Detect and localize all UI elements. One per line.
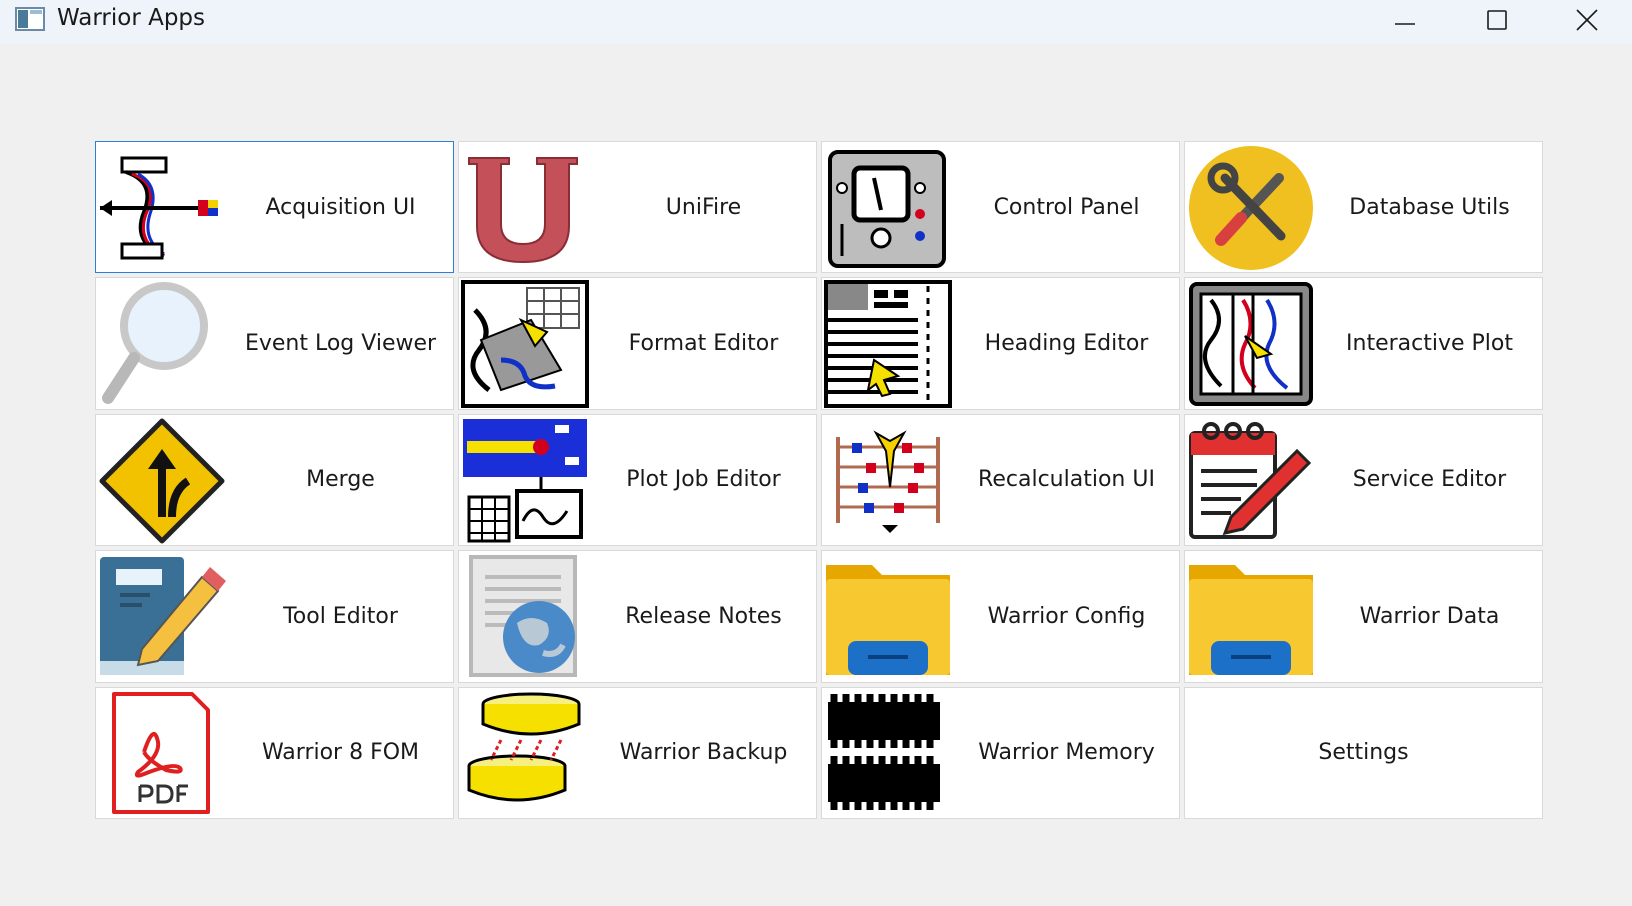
folder-icon <box>826 565 950 676</box>
tile-plot-job-editor[interactable]: Plot Job Editor <box>458 413 817 547</box>
tile-service-editor[interactable]: Service Editor <box>1184 413 1543 547</box>
close-button[interactable] <box>1542 0 1632 40</box>
calendar-pencil-icon <box>1189 421 1312 539</box>
tile-label: Plot Job Editor <box>626 467 781 493</box>
tile-label: Heading Editor <box>984 331 1149 357</box>
tile-label: Warrior 8 FOM <box>261 740 420 766</box>
tile-label: Warrior Backup <box>619 740 788 766</box>
tile-warrior-config[interactable]: Warrior Config <box>821 550 1180 683</box>
book-pencil-icon <box>100 557 226 676</box>
tile-unifire[interactable]: UniFire <box>458 141 817 274</box>
tile-label: Acquisition UI <box>265 194 416 220</box>
plot-job-icon <box>463 418 587 543</box>
tile-warrior-memory[interactable]: Warrior Memory <box>821 686 1180 819</box>
tile-label: Format Editor <box>628 331 779 357</box>
maximize-icon <box>1487 10 1507 30</box>
tile-label: Settings <box>1318 740 1409 766</box>
minimize-icon <box>1395 23 1415 25</box>
tile-label: Merge <box>306 467 375 493</box>
tile-database-utils[interactable]: Database Utils <box>1184 141 1543 274</box>
abacus-icon <box>836 430 940 533</box>
document-globe-icon <box>469 555 577 678</box>
tile-label: Warrior Memory <box>978 740 1155 766</box>
format-editor-icon <box>461 280 589 409</box>
tile-recalculation-ui[interactable]: Recalculation UI <box>821 413 1180 547</box>
tile-label: Recalculation UI <box>978 467 1155 493</box>
folder-icon <box>1189 565 1313 676</box>
tile-label: Warrior Data <box>1359 603 1500 629</box>
tile-interactive-plot[interactable]: Interactive Plot <box>1184 277 1543 410</box>
tile-label: Database Utils <box>1349 194 1510 220</box>
maximize-button[interactable] <box>1452 0 1542 40</box>
heading-editor-icon <box>824 280 952 409</box>
app-window-icon <box>15 7 45 31</box>
magnifier-icon <box>102 282 208 405</box>
tile-control-panel[interactable]: Control Panel <box>821 141 1180 274</box>
minimize-button[interactable] <box>1360 0 1450 40</box>
interactive-plot-icon <box>1189 282 1313 407</box>
tile-label: Tool Editor <box>283 603 398 629</box>
tile-label: Service Editor <box>1352 467 1507 493</box>
tile-label: Control Panel <box>993 194 1140 220</box>
merge-sign-icon <box>99 418 225 544</box>
tile-label: Interactive Plot <box>1346 331 1513 357</box>
pdf-icon <box>112 691 210 814</box>
tile-acquisition-ui[interactable]: Acquisition UI <box>95 141 454 274</box>
tile-event-log-viewer[interactable]: Event Log Viewer <box>95 277 454 410</box>
tile-merge[interactable]: Merge <box>95 413 454 547</box>
acquisition-icon <box>100 156 218 260</box>
control-panel-icon <box>828 150 946 268</box>
app-launcher-grid: Acquisition UI UniFire Control Panel Dat… <box>95 141 1543 819</box>
unifire-u-icon <box>468 157 578 264</box>
app-window: Warrior Apps Acquisition UI UniFire Cont… <box>0 0 1632 906</box>
tile-label: Release Notes <box>625 603 782 629</box>
backup-disks-icon <box>467 692 581 802</box>
memory-chip-icon <box>828 693 940 810</box>
tile-label: UniFire <box>665 194 742 220</box>
tile-warrior-backup[interactable]: Warrior Backup <box>458 686 817 819</box>
tile-release-notes[interactable]: Release Notes <box>458 550 817 683</box>
window-title: Warrior Apps <box>57 5 206 31</box>
tile-heading-editor[interactable]: Heading Editor <box>821 277 1180 410</box>
tile-format-editor[interactable]: Format Editor <box>458 277 817 410</box>
tile-settings[interactable]: Settings <box>1184 686 1543 819</box>
close-icon <box>1576 9 1598 31</box>
title-bar[interactable]: Warrior Apps <box>0 0 1632 44</box>
tile-label: Warrior Config <box>987 603 1146 629</box>
tile-warrior-8-fom[interactable]: Warrior 8 FOM <box>95 686 454 819</box>
tile-warrior-data[interactable]: Warrior Data <box>1184 550 1543 683</box>
tile-label: Event Log Viewer <box>244 331 437 357</box>
tools-icon <box>1189 146 1313 270</box>
tile-tool-editor[interactable]: Tool Editor <box>95 550 454 683</box>
